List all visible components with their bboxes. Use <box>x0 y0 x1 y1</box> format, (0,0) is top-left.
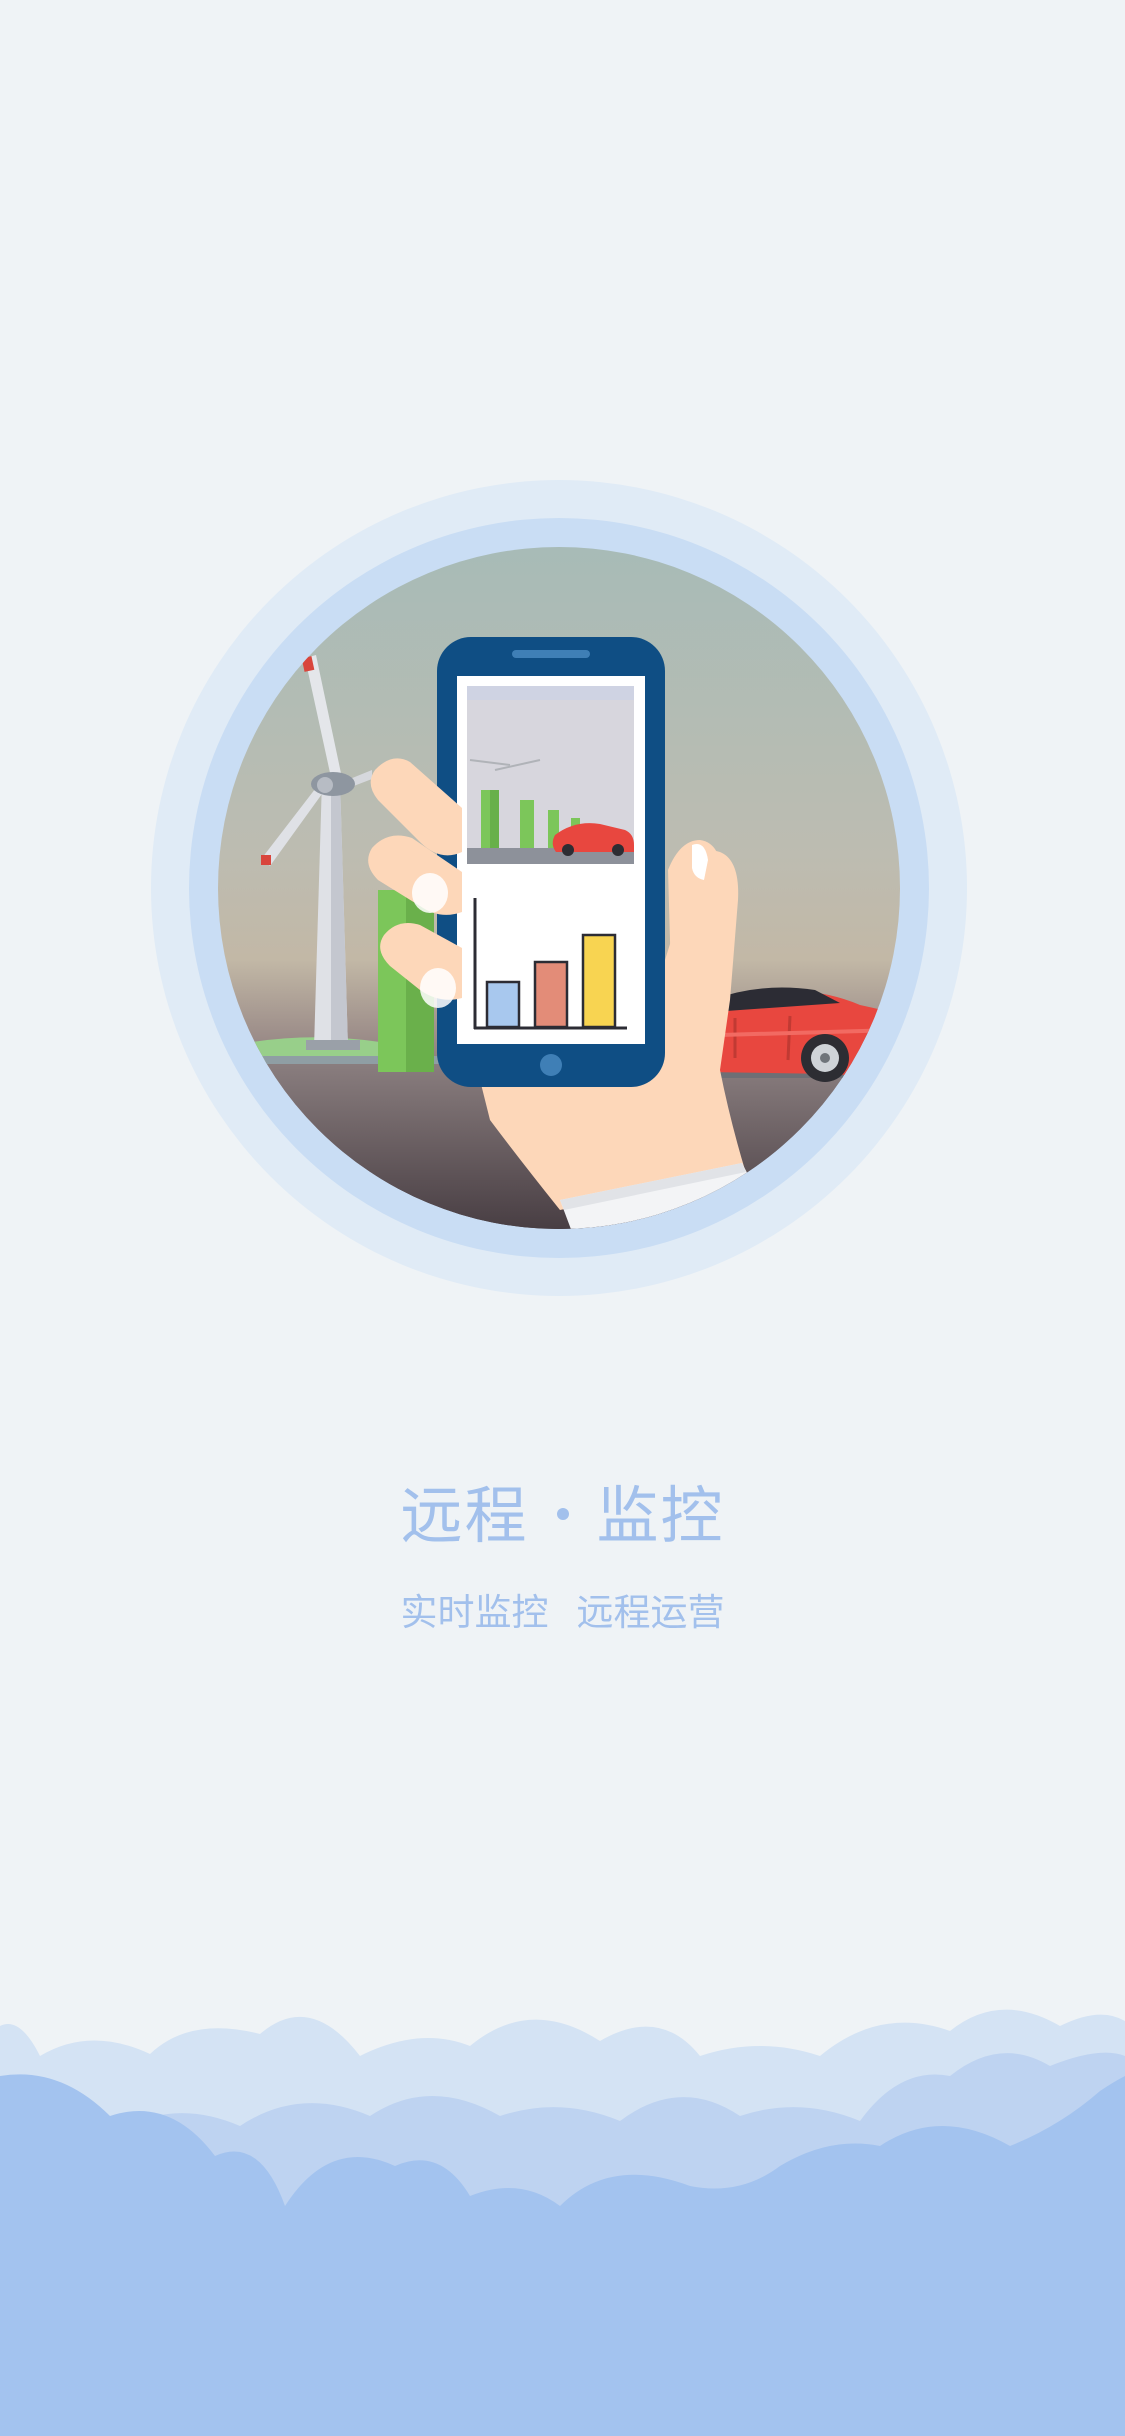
cloud-footer <box>0 1996 1125 2436</box>
chart-bar <box>533 960 569 1029</box>
title-separator-dot <box>556 1507 569 1520</box>
subtitle-right: 远程运营 <box>576 1591 725 1634</box>
subtitle-left: 实时监控 <box>400 1591 549 1634</box>
title-right: 监控 <box>596 1479 725 1552</box>
page-title: 远程 监控 <box>0 1478 1125 1554</box>
phone-device <box>437 637 665 1087</box>
chart-bar <box>581 933 617 1029</box>
chart-bar <box>485 980 521 1029</box>
page-subtitle: 实时监控 远程运营 <box>0 1588 1125 1638</box>
title-left: 远程 <box>400 1479 529 1552</box>
screen-photo <box>467 686 634 864</box>
onboarding-illustration <box>0 0 1125 1400</box>
